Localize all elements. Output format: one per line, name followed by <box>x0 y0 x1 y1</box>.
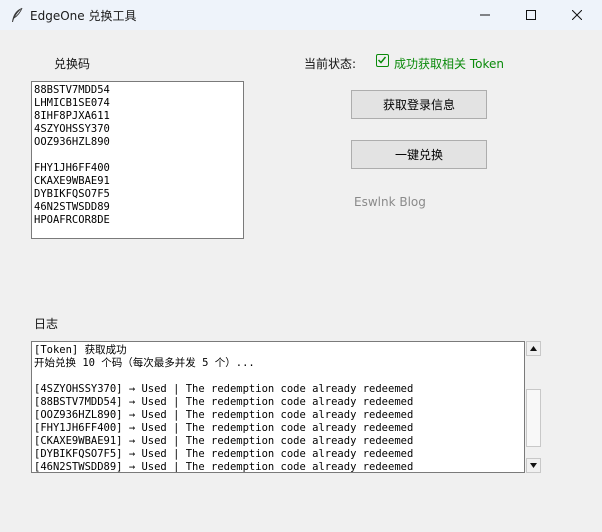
log-line: [DYBIKFQSO7F5] → Used | The redemption c… <box>34 448 414 460</box>
log-line: [CKAXE9WBAE91] → Used | The redemption c… <box>34 435 414 447</box>
codes-label: 兑换码 <box>54 57 91 71</box>
scroll-up-button[interactable] <box>526 341 541 356</box>
blog-link[interactable]: Eswlnk Blog <box>354 195 426 209</box>
code-line: 88BSTV7MDD54 <box>34 84 110 96</box>
minimize-icon <box>480 14 490 16</box>
get-login-info-button[interactable]: 获取登录信息 <box>351 90 487 119</box>
code-line: 46N2STWSDD89 <box>34 201 110 213</box>
code-line: 4SZYOHSSY370 <box>34 123 110 135</box>
feather-icon <box>10 7 24 23</box>
log-line: [FHY1JH6FF400] → Used | The redemption c… <box>34 422 414 434</box>
minimize-button[interactable] <box>462 0 508 30</box>
log-line: [46N2STWSDD89] → Used | The redemption c… <box>34 461 414 473</box>
code-line: 8IHF8PJXA611 <box>34 110 110 122</box>
scroll-thumb[interactable] <box>526 389 541 447</box>
maximize-button[interactable] <box>508 0 554 30</box>
close-button[interactable] <box>554 0 600 30</box>
log-line: [88BSTV7MDD54] → Used | The redemption c… <box>34 396 414 408</box>
code-line: FHY1JH6FF400 <box>34 162 110 174</box>
scroll-down-button[interactable] <box>526 458 541 473</box>
code-line: HPOAFRCOR8DE <box>34 214 110 226</box>
log-line: [Token] 获取成功 <box>34 344 127 356</box>
log-textarea[interactable]: [Token] 获取成功 开始兑换 10 个码（每次最多并发 5 个）... [… <box>31 341 525 473</box>
log-line: [OOZ936HZL890] → Used | The redemption c… <box>34 409 414 421</box>
checkbox-checked-icon <box>376 54 389 67</box>
scroll-down-arrow-icon <box>530 463 537 468</box>
redeem-all-button[interactable]: 一键兑换 <box>351 140 487 169</box>
maximize-icon <box>526 10 536 20</box>
log-label: 日志 <box>34 317 59 331</box>
codes-textarea[interactable]: 88BSTV7MDD54 LHMICB1SE074 8IHF8PJXA611 4… <box>31 81 244 239</box>
app-window: EdgeOne 兑换工具 兑换码 88BSTV7MDD54 LHMICB1SE0… <box>0 0 602 532</box>
scroll-up-arrow-icon <box>530 346 537 351</box>
code-line: CKAXE9WBAE91 <box>34 175 110 187</box>
title-bar[interactable]: EdgeOne 兑换工具 <box>0 0 602 30</box>
log-scrollbar[interactable] <box>525 341 542 473</box>
window-title: EdgeOne 兑换工具 <box>30 9 137 23</box>
close-icon <box>572 10 582 20</box>
status-label: 当前状态: <box>304 57 357 71</box>
log-line: 开始兑换 10 个码（每次最多并发 5 个）... <box>34 357 255 369</box>
code-line: LHMICB1SE074 <box>34 97 110 109</box>
status-value: 成功获取相关 Token <box>394 57 504 71</box>
code-line: OOZ936HZL890 <box>34 136 110 148</box>
log-line: [4SZYOHSSY370] → Used | The redemption c… <box>34 383 414 395</box>
code-line: DYBIKFQSO7F5 <box>34 188 110 200</box>
